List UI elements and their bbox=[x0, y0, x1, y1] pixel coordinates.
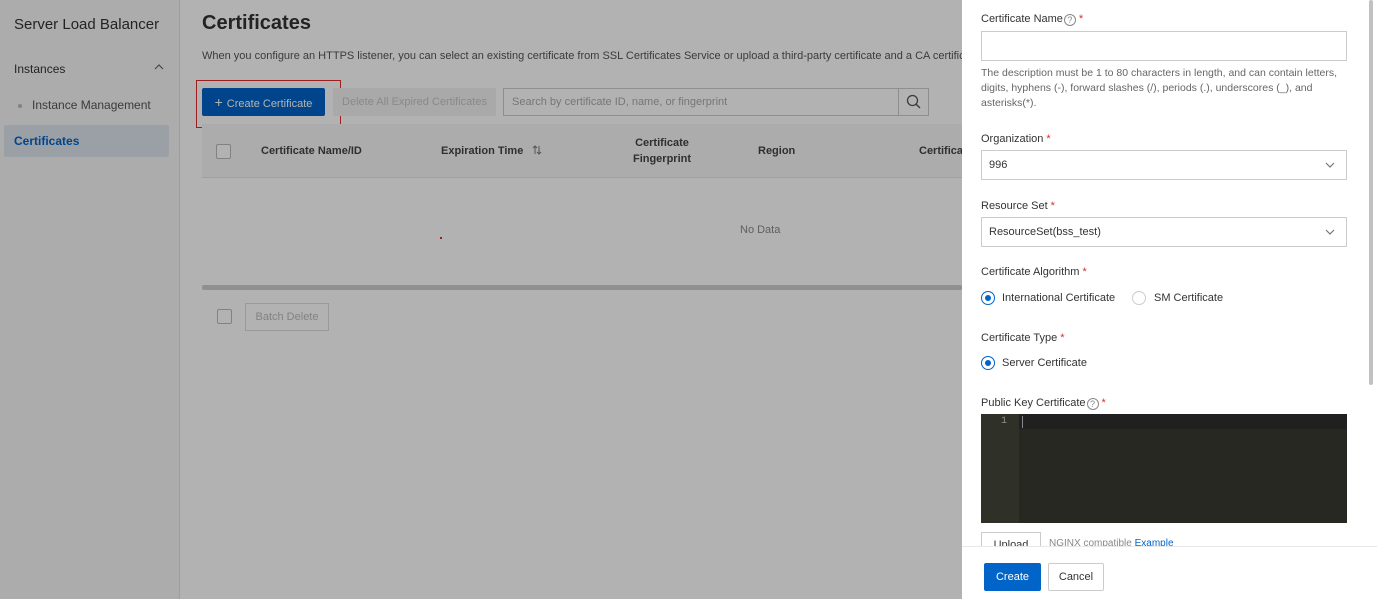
column-header-partial: Certificat bbox=[919, 145, 962, 157]
create-button[interactable]: Create bbox=[984, 563, 1041, 591]
cert-name-label: Certificate Name? * bbox=[981, 13, 1084, 26]
upload-button[interactable]: Upload bbox=[981, 532, 1041, 546]
highlight-box bbox=[196, 80, 341, 128]
organization-select[interactable]: 996 bbox=[981, 150, 1347, 180]
upload-row: Upload NGINX compatible Example bbox=[981, 532, 1351, 546]
empty-state: No Data bbox=[740, 224, 781, 236]
radio-server-certificate-label[interactable]: Server Certificate bbox=[1002, 357, 1087, 369]
sort-icon[interactable] bbox=[532, 145, 542, 155]
editor-active-line bbox=[1019, 414, 1347, 429]
public-key-label: Public Key Certificate? * bbox=[981, 397, 1106, 410]
chevron-down-icon bbox=[1325, 162, 1335, 168]
cert-type-label: Certificate Type * bbox=[981, 332, 1065, 344]
resource-set-value: ResourceSet(bss_test) bbox=[989, 226, 1101, 238]
select-all-checkbox[interactable] bbox=[216, 144, 231, 159]
radio-sm-label[interactable]: SM Certificate bbox=[1154, 292, 1223, 304]
horizontal-scrollbar[interactable] bbox=[202, 285, 962, 290]
search-icon bbox=[906, 94, 921, 109]
sidebar: Server Load Balancer Instances Instance … bbox=[0, 0, 180, 599]
page-title: Certificates bbox=[202, 12, 311, 34]
drawer-footer: Create Cancel bbox=[962, 546, 1377, 599]
line-number: 1 bbox=[1001, 416, 1008, 427]
sidebar-item-label: Instance Management bbox=[32, 98, 151, 112]
radio-sm[interactable] bbox=[1132, 291, 1146, 305]
help-icon[interactable]: ? bbox=[1086, 398, 1099, 410]
sidebar-item-label: Certificates bbox=[14, 134, 80, 148]
radio-international-label[interactable]: International Certificate bbox=[1002, 292, 1115, 304]
chevron-up-icon[interactable] bbox=[154, 62, 164, 74]
table-header: Certificate Name/ID Expiration Time Cert… bbox=[202, 124, 962, 178]
help-icon[interactable]: ? bbox=[1063, 14, 1076, 26]
editor-gutter: 1 bbox=[981, 414, 1019, 523]
search-box bbox=[503, 88, 929, 116]
organization-label: Organization * bbox=[981, 133, 1051, 145]
page-description: When you configure an HTTPS listener, yo… bbox=[202, 50, 962, 62]
organization-value: 996 bbox=[989, 159, 1008, 171]
resource-set-select[interactable]: ResourceSet(bss_test) bbox=[981, 217, 1347, 247]
public-key-editor[interactable]: 1 bbox=[981, 414, 1347, 523]
drawer-scrollbar[interactable] bbox=[1369, 0, 1373, 385]
cert-name-input[interactable] bbox=[982, 32, 1346, 60]
upload-hint: NGINX compatible Example bbox=[1049, 538, 1174, 546]
cert-name-help: The description must be 1 to 80 characte… bbox=[981, 67, 1338, 109]
column-header-fingerprint: Certificate Fingerprint bbox=[632, 137, 692, 165]
delete-expired-button[interactable]: Delete All Expired Certificates bbox=[333, 88, 496, 116]
radio-international[interactable] bbox=[981, 291, 995, 305]
column-header-expiration[interactable]: Expiration Time bbox=[441, 145, 542, 157]
chevron-down-icon bbox=[1325, 229, 1335, 235]
batch-delete-button[interactable]: Batch Delete bbox=[245, 303, 329, 331]
sidebar-item-certificates[interactable]: Certificates bbox=[4, 125, 169, 157]
sidebar-group-label: Instances bbox=[14, 62, 66, 76]
example-link[interactable]: Example bbox=[1135, 538, 1174, 546]
search-input[interactable] bbox=[504, 89, 896, 115]
cert-name-field bbox=[981, 31, 1347, 61]
cancel-button[interactable]: Cancel bbox=[1048, 563, 1104, 591]
sidebar-group-instances[interactable]: Instances bbox=[14, 62, 164, 78]
radio-server-certificate[interactable] bbox=[981, 356, 995, 370]
search-button[interactable] bbox=[898, 89, 928, 115]
column-header-name: Certificate Name/ID bbox=[261, 145, 362, 157]
sidebar-title: Server Load Balancer bbox=[14, 16, 160, 33]
create-certificate-drawer: Certificate Name? * The description must … bbox=[962, 0, 1377, 599]
editor-cursor bbox=[1022, 416, 1023, 428]
resource-set-label: Resource Set * bbox=[981, 200, 1055, 212]
column-header-label: Expiration Time bbox=[441, 145, 524, 157]
bullet-icon bbox=[18, 103, 22, 108]
algorithm-label: Certificate Algorithm * bbox=[981, 266, 1087, 278]
cursor-mark bbox=[440, 237, 442, 239]
sidebar-item-instance-management[interactable]: Instance Management bbox=[18, 98, 151, 112]
column-header-region: Region bbox=[758, 145, 796, 157]
batch-select-checkbox[interactable] bbox=[217, 309, 232, 324]
main-content: Certificates When you configure an HTTPS… bbox=[180, 0, 962, 599]
